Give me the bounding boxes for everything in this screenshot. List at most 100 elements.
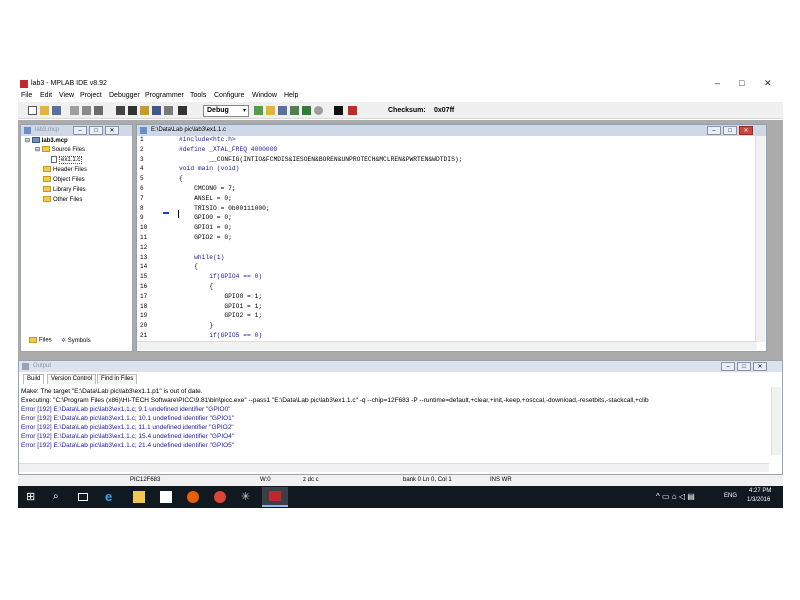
- cut-icon[interactable]: [70, 106, 79, 115]
- edge-browser-icon[interactable]: e: [105, 490, 117, 503]
- error-line[interactable]: Error [192] E:\Data\Lab pic\lab3\ex1.1.c…: [21, 406, 231, 413]
- tab-build[interactable]: Build: [23, 374, 45, 384]
- program-target-icon[interactable]: [334, 106, 343, 115]
- find-icon[interactable]: [128, 106, 137, 115]
- read-target-icon[interactable]: [348, 106, 357, 115]
- tree-item-header-files[interactable]: Header Files: [43, 166, 87, 175]
- error-line[interactable]: Error [192] E:\Data\Lab pic\lab3\ex1.1.c…: [21, 442, 234, 449]
- start-windows-icon[interactable]: ⊞: [26, 491, 38, 503]
- editor-maximize-button[interactable]: □: [723, 126, 737, 135]
- close-button[interactable]: ✕: [764, 78, 772, 89]
- minimize-button[interactable]: –: [715, 78, 720, 88]
- editor-titlebar[interactable]: E:\Data\Lab pic\lab3\ex1.1.c – □ ✕: [137, 125, 766, 136]
- tree-label: Source Files: [51, 147, 86, 153]
- output-titlebar[interactable]: Output – □ ✕: [19, 361, 782, 372]
- tab-files[interactable]: Files: [29, 337, 52, 344]
- tab-find-in-files[interactable]: Find in Files: [97, 374, 138, 384]
- output-maximize-button[interactable]: □: [737, 362, 751, 371]
- editor-horizontal-scrollbar[interactable]: [137, 341, 757, 350]
- folder-icon: [43, 186, 51, 193]
- project-close-button[interactable]: ✕: [105, 126, 119, 135]
- code-line: #define _XTAL_FREQ 4000000: [179, 145, 278, 153]
- error-line[interactable]: Error [192] E:\Data\Lab pic\lab3\ex1.1.c…: [21, 424, 234, 431]
- help-icon[interactable]: [178, 106, 187, 115]
- tree-item-ex1-1-c[interactable]: ex1.1.c: [51, 156, 83, 165]
- tab-version-control[interactable]: Version Control: [47, 374, 97, 384]
- menu-configure[interactable]: Configure: [214, 92, 244, 99]
- paste-icon[interactable]: [94, 106, 103, 115]
- bookmark-icon[interactable]: [152, 106, 161, 115]
- error-line[interactable]: Error [192] E:\Data\Lab pic\lab3\ex1.1.c…: [21, 415, 234, 422]
- task-view-icon[interactable]: [78, 493, 88, 501]
- tree-item-library-files[interactable]: Library Files: [43, 186, 86, 195]
- project-maximize-button[interactable]: □: [89, 126, 103, 135]
- maximize-button[interactable]: □: [739, 78, 744, 88]
- code-line: }: [179, 322, 214, 330]
- menu-project[interactable]: Project: [80, 92, 102, 99]
- spider-app-icon[interactable]: ✳: [241, 491, 253, 503]
- mplab-app-icon: [20, 80, 28, 88]
- make-icon[interactable]: [290, 106, 299, 115]
- menu-tools[interactable]: Tools: [190, 92, 206, 99]
- code-area[interactable]: #include<htc.h> #define _XTAL_FREQ 40000…: [137, 136, 755, 342]
- project-save-icon[interactable]: [278, 106, 287, 115]
- tree-item-object-files[interactable]: Object Files: [43, 176, 85, 185]
- open-folder-icon[interactable]: [40, 106, 49, 115]
- tab-symbols[interactable]: ✲ Symbols: [61, 337, 91, 344]
- collapse-icon[interactable]: ⊟: [25, 138, 30, 144]
- editor-minimize-button[interactable]: –: [707, 126, 721, 135]
- project-window-titlebar[interactable]: lab3.mcp – □ ✕: [21, 125, 132, 136]
- project-minimize-button[interactable]: –: [73, 126, 87, 135]
- mplab-taskbar-button[interactable]: [262, 487, 288, 507]
- menu-programmer[interactable]: Programmer: [145, 92, 184, 99]
- window-title: lab3 - MPLAB IDE v8.92: [31, 80, 107, 87]
- menu-view[interactable]: View: [59, 92, 74, 99]
- editor-vertical-scrollbar[interactable]: [755, 136, 765, 342]
- error-line[interactable]: Error [192] E:\Data\Lab pic\lab3\ex1.1.c…: [21, 433, 234, 440]
- code-line: TRISIO = 0b00111000;: [179, 204, 270, 212]
- menu-file[interactable]: File: [21, 92, 32, 99]
- menu-debugger[interactable]: Debugger: [109, 92, 140, 99]
- file-explorer-icon[interactable]: [133, 491, 145, 503]
- code-line: void main (void): [179, 165, 240, 173]
- bookmark-next-icon[interactable]: [164, 106, 173, 115]
- editor-close-button[interactable]: ✕: [739, 126, 753, 135]
- tray-icons[interactable]: ^ ▭ ⌂ ◁ ▤: [656, 492, 695, 501]
- tray-language[interactable]: ENG: [724, 493, 737, 499]
- new-file-icon[interactable]: [28, 106, 37, 115]
- mdi-workspace: lab3.mcp – □ ✕ ⊟ lab3.mcp ⊟ Source Files e…: [18, 120, 783, 475]
- tray-date[interactable]: 1/3/2016: [747, 497, 770, 503]
- status-mode: INS WR: [490, 477, 512, 483]
- output-text[interactable]: Make: The target "E:\Data\Lab pic\lab3\e…: [21, 388, 751, 473]
- output-vertical-scrollbar[interactable]: [771, 387, 781, 455]
- menu-help[interactable]: Help: [284, 92, 298, 99]
- tree-label: ex1.1.c: [59, 156, 83, 165]
- build-config-select[interactable]: Debug ▾: [203, 105, 249, 117]
- tree-item-source-files[interactable]: ⊟ Source Files: [35, 146, 85, 155]
- search-icon[interactable]: ⌕: [53, 491, 65, 503]
- collapse-icon[interactable]: ⊟: [35, 147, 40, 153]
- tree-item-other-files[interactable]: Other Files: [43, 196, 82, 205]
- project-open-icon[interactable]: [266, 106, 275, 115]
- tree-label: Object Files: [53, 177, 85, 183]
- build-icon[interactable]: [254, 106, 263, 115]
- print-icon[interactable]: [116, 106, 125, 115]
- output-close-button[interactable]: ✕: [753, 362, 767, 371]
- output-horizontal-scrollbar[interactable]: [19, 463, 769, 472]
- find-in-files-icon[interactable]: [140, 106, 149, 115]
- output-minimize-button[interactable]: –: [721, 362, 735, 371]
- menu-window[interactable]: Window: [252, 92, 277, 99]
- chrome-icon[interactable]: [214, 491, 226, 503]
- copy-icon[interactable]: [82, 106, 91, 115]
- store-icon[interactable]: [160, 491, 172, 503]
- build-all-icon[interactable]: [302, 106, 311, 115]
- save-icon[interactable]: [52, 106, 61, 115]
- firefox-icon[interactable]: [187, 491, 199, 503]
- folder-icon: [43, 166, 51, 173]
- code-line: {: [179, 283, 214, 290]
- tree-item-project[interactable]: ⊟ lab3.mcp: [25, 137, 68, 146]
- menu-edit[interactable]: Edit: [40, 92, 52, 99]
- tray-time[interactable]: 4:27 PM: [749, 488, 771, 494]
- output-icon: [22, 363, 29, 370]
- info-icon[interactable]: [314, 106, 323, 115]
